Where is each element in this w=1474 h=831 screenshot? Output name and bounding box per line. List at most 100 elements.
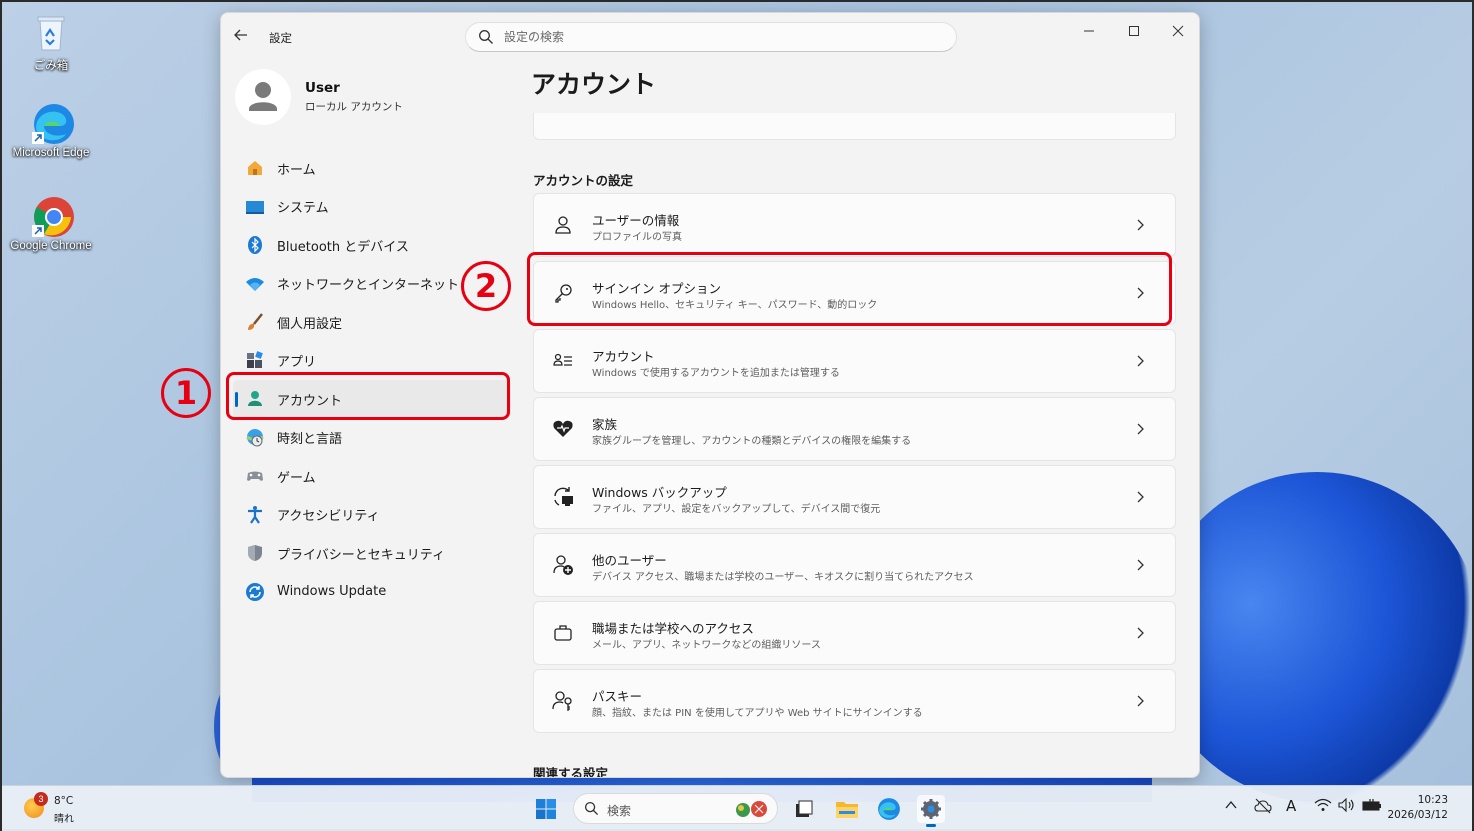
close-button[interactable] (1160, 19, 1196, 47)
setting-card-other-users[interactable]: 他のユーザー デバイス アクセス、職場または学校のユーザー、キオスクに割り当てら… (533, 533, 1176, 597)
network-status-button[interactable] (1254, 798, 1272, 820)
start-button[interactable] (535, 798, 557, 820)
settings-search-box[interactable] (465, 22, 957, 52)
search-icon (479, 30, 493, 44)
setting-card-your-info[interactable]: ユーザーの情報 プロファイルの写真 (533, 193, 1176, 257)
card-subtitle: プロファイルの写真 (592, 232, 682, 243)
clock-date: 2026/03/12 (1387, 809, 1448, 821)
shield-icon (245, 543, 265, 563)
desktop-icon-label: Microsoft Edge (12, 147, 90, 159)
setting-card-windows-backup[interactable]: Windows バックアップ ファイル、アプリ、設定をバックアップして、デバイス… (533, 465, 1176, 529)
desktop-icon-chrome[interactable]: Google Chrome (6, 195, 96, 252)
sidebar-item-label: プライバシーとセキュリティ (277, 547, 445, 563)
page-title: アカウント (531, 70, 657, 99)
sidebar-item-label: Bluetooth とデバイス (277, 239, 409, 255)
sidebar-item-label: 個人用設定 (277, 316, 343, 332)
maximize-button[interactable] (1116, 19, 1152, 47)
settings-taskbar-button[interactable] (917, 795, 945, 827)
sidebar-item-label: システム (277, 201, 329, 216)
speaker-icon (1338, 797, 1354, 813)
card-title: 職場または学校へのアクセス (592, 621, 754, 636)
home-icon (245, 158, 265, 178)
sidebar-item-label: アプリ (277, 355, 317, 370)
highlight-sign-in-options (527, 252, 1172, 326)
passkey-icon (552, 690, 574, 712)
edge-taskbar-button[interactable] (875, 795, 903, 823)
sidebar-item-privacy[interactable]: プライバシーとセキュリティ (233, 534, 511, 572)
gamepad-icon (245, 466, 265, 486)
windows-update-icon (245, 582, 265, 602)
user-name: User (305, 80, 340, 96)
other-users-icon (552, 554, 574, 576)
weather-condition: 晴れ (54, 814, 74, 825)
taskbar: 3 8°C 晴れ 検索 A 10:23 2026/03/12 (2, 785, 1472, 831)
volume-button[interactable] (1338, 797, 1356, 820)
sidebar-item-system[interactable]: システム (233, 188, 511, 226)
setting-card-passkeys[interactable]: パスキー 顔、指紋、または PIN を使用してアプリや Web サイトにサインイ… (533, 669, 1176, 733)
user-profile[interactable]: User ローカル アカウント (235, 69, 495, 125)
back-button[interactable] (233, 27, 253, 47)
cloud-offline-icon (1254, 798, 1272, 814)
time-language-icon (245, 428, 265, 448)
sidebar-item-label: ホーム (277, 162, 316, 178)
back-arrow-icon (234, 29, 247, 41)
system-icon (245, 197, 265, 217)
sidebar-item-personalization[interactable]: 個人用設定 (233, 303, 511, 341)
minimize-button[interactable] (1071, 19, 1107, 47)
avatar (235, 69, 291, 125)
notification-badge: 3 (34, 792, 48, 806)
search-input[interactable] (504, 27, 934, 47)
taskbar-search-label: 検索 (607, 804, 632, 818)
wallpaper-bloom (1152, 472, 1474, 802)
chevron-right-icon (1137, 355, 1144, 367)
weather-widget[interactable]: 3 8°C 晴れ (24, 792, 94, 825)
task-view-icon (796, 800, 813, 817)
setting-card-accounts[interactable]: アカウント Windows で使用するアカウントを追加または管理する (533, 329, 1176, 393)
sidebar-item-label: ネットワークとインターネット (277, 278, 460, 293)
clock[interactable]: 10:23 2026/03/12 (1387, 793, 1448, 823)
card-title: アカウント (592, 349, 655, 364)
chrome-icon (30, 195, 74, 237)
related-settings-heading: 関連する設定 (533, 766, 609, 778)
chevron-right-icon (1137, 491, 1144, 503)
highlight-accounts-nav (226, 372, 510, 420)
close-icon (1172, 25, 1184, 37)
card-subtitle: デバイス アクセス、職場または学校のユーザー、キオスクに割り当てられたアクセス (592, 572, 974, 583)
windows-logo-icon (536, 799, 556, 819)
setting-card-family[interactable]: 家族 家族グループを管理し、アカウントの種類とデバイスの権限を編集する (533, 397, 1176, 461)
minimize-icon (1084, 30, 1094, 32)
accessibility-icon (245, 505, 265, 525)
sidebar-item-time-language[interactable]: 時刻と言語 (233, 419, 511, 457)
account-type: ローカル アカウント (305, 101, 403, 113)
user-info-icon (552, 214, 574, 236)
card-title: 他のユーザー (592, 553, 667, 568)
briefcase-icon (552, 622, 574, 644)
sidebar-item-bluetooth[interactable]: Bluetooth とデバイス (233, 226, 511, 264)
desktop-icon-edge[interactable]: Microsoft Edge (6, 102, 96, 159)
wifi-status[interactable] (1314, 798, 1332, 820)
section-heading: アカウントの設定 (533, 173, 634, 188)
clock-time: 10:23 (1417, 794, 1448, 806)
card-subtitle: 顔、指紋、または PIN を使用してアプリや Web サイトにサインインする (592, 708, 923, 719)
recycle-bin-icon (30, 12, 72, 54)
card-subtitle: 家族グループを管理し、アカウントの種類とデバイスの権限を編集する (592, 436, 912, 447)
chevron-right-icon (1137, 627, 1144, 639)
show-hidden-icons-button[interactable] (1224, 798, 1238, 820)
file-explorer-button[interactable] (833, 795, 861, 823)
window-title: 設定 (269, 31, 292, 45)
battery-status[interactable] (1362, 798, 1382, 820)
edge-icon (30, 102, 74, 144)
sidebar-item-gaming[interactable]: ゲーム (233, 457, 511, 495)
sidebar-item-accessibility[interactable]: アクセシビリティ (233, 496, 511, 534)
task-view-button[interactable] (790, 795, 818, 823)
settings-content: アカウントの設定 ユーザーの情報 プロファイルの写真 サインイン オプション W… (533, 113, 1177, 778)
setting-card-work-school[interactable]: 職場または学校へのアクセス メール、アプリ、ネットワークなどの組織リソース (533, 601, 1176, 665)
desktop-icon-recycle-bin[interactable]: ごみ箱 (6, 12, 96, 73)
folder-icon (836, 802, 858, 818)
ime-indicator[interactable]: A (1286, 797, 1296, 819)
sidebar-item-windows-update[interactable]: Windows Update (233, 573, 511, 611)
sidebar-item-home[interactable]: ホーム (233, 149, 511, 187)
temperature: 8°C (54, 795, 74, 807)
taskbar-search[interactable]: 検索 (573, 793, 778, 824)
bluetooth-icon (245, 235, 265, 255)
